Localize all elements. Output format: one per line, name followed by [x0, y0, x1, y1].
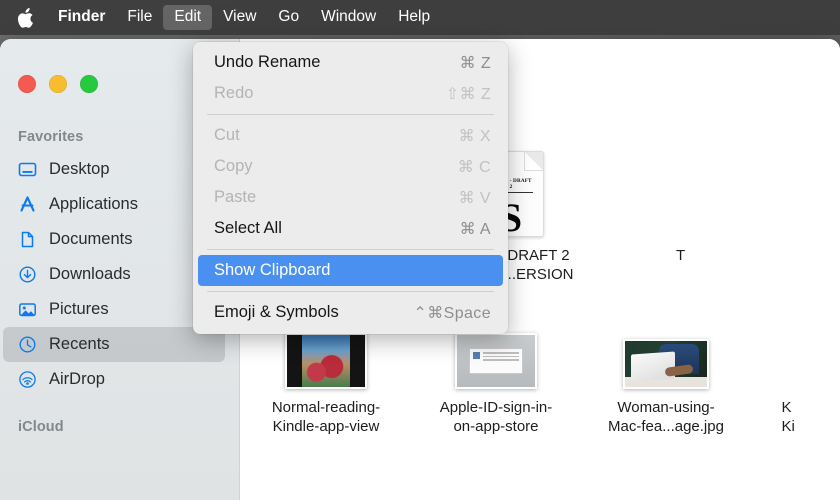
edit-dropdown-menu: Undo Rename ⌘ Z Redo ⇧⌘ Z Cut ⌘ X Copy ⌘… [193, 42, 508, 334]
menu-item-label: Copy [214, 157, 253, 176]
document-icon [18, 230, 37, 249]
menu-item-redo: Redo ⇧⌘ Z [198, 78, 503, 109]
menu-item-shortcut: ⌘ C [458, 157, 491, 177]
maximize-button[interactable] [80, 75, 98, 93]
download-icon [18, 265, 37, 284]
menu-help[interactable]: Help [387, 5, 441, 30]
file-name: Woman-using-Mac-fea...age.jpg [581, 398, 751, 436]
menu-item-paste: Paste ⌘ V [198, 182, 503, 213]
menu-item-shortcut: ⇧⌘ Z [446, 84, 491, 104]
sidebar-item-downloads[interactable]: Downloads [3, 257, 225, 292]
menu-item-undo-rename[interactable]: Undo Rename ⌘ Z [198, 47, 503, 78]
file-name: T [676, 246, 706, 265]
sidebar-section-icloud: iCloud [0, 419, 239, 435]
file-name: Apple-ID-sign-in-on-app-store [411, 398, 581, 436]
menu-view[interactable]: View [212, 5, 267, 30]
menu-item-select-all[interactable]: Select All ⌘ A [198, 213, 503, 244]
menu-separator [207, 291, 494, 292]
menu-window[interactable]: Window [310, 5, 387, 30]
kindle-screenshot-thumbnail [285, 333, 367, 389]
menu-item-shortcut: ⌘ X [459, 126, 491, 146]
sidebar-item-recents[interactable]: Recents [3, 327, 225, 362]
sidebar-item-label: Documents [49, 230, 132, 249]
menu-item-label: Show Clipboard [214, 261, 330, 280]
sidebar-item-label: Pictures [49, 300, 109, 319]
menu-item-shortcut: ⌘ V [459, 188, 491, 208]
applications-icon [18, 195, 37, 214]
menu-item-label: Cut [214, 126, 240, 145]
page-fold-icon [524, 152, 543, 171]
menu-item-label: Redo [214, 84, 253, 103]
airdrop-icon [18, 370, 37, 389]
minimize-button[interactable] [49, 75, 67, 93]
sidebar-item-label: Downloads [49, 265, 131, 284]
desktop-icon [18, 160, 37, 179]
sidebar-item-airdrop[interactable]: AirDrop [3, 362, 225, 397]
file-item[interactable]: T [601, 137, 781, 284]
menu-item-shortcut: ⌘ Z [460, 53, 491, 73]
sidebar-item-desktop[interactable]: Desktop [3, 152, 225, 187]
menu-separator [207, 249, 494, 250]
sidebar-item-label: Desktop [49, 160, 110, 179]
sidebar-item-pictures[interactable]: Pictures [3, 292, 225, 327]
file-name: Normal-reading-Kindle-app-view [241, 398, 411, 436]
sidebar-item-applications[interactable]: Applications [3, 187, 225, 222]
sidebar-item-label: AirDrop [49, 370, 105, 389]
pictures-icon [18, 300, 37, 319]
sidebar-item-label: Applications [49, 195, 138, 214]
close-button[interactable] [18, 75, 36, 93]
menu-item-shortcut: ⌃⌘Space [413, 303, 491, 323]
menu-go[interactable]: Go [267, 5, 310, 30]
menu-item-emoji-symbols[interactable]: Emoji & Symbols ⌃⌘Space [198, 297, 503, 328]
menu-file[interactable]: File [116, 5, 163, 30]
menu-item-show-clipboard[interactable]: Show Clipboard [198, 255, 503, 286]
menu-item-cut: Cut ⌘ X [198, 120, 503, 151]
menu-item-copy: Copy ⌘ C [198, 151, 503, 182]
menu-item-label: Paste [214, 188, 256, 207]
woman-using-mac-thumbnail [623, 339, 709, 389]
clock-icon [18, 335, 37, 354]
menu-item-label: Select All [214, 219, 282, 238]
menu-item-label: Emoji & Symbols [214, 303, 339, 322]
menu-item-shortcut: ⌘ A [460, 219, 491, 239]
sidebar-item-documents[interactable]: Documents [3, 222, 225, 257]
window-controls [18, 75, 98, 93]
file-item[interactable]: Woman-using-Mac-fea...age.jpg [581, 289, 751, 436]
apple-logo-icon[interactable] [12, 8, 38, 28]
menu-item-label: Undo Rename [214, 53, 320, 72]
menu-bar: Finder File Edit View Go Window Help [0, 0, 840, 35]
menu-finder[interactable]: Finder [47, 5, 116, 30]
sidebar-item-label: Recents [49, 335, 110, 354]
menu-edit[interactable]: Edit [163, 5, 212, 30]
file-name: KKi [782, 398, 810, 436]
file-item[interactable]: KKi [751, 289, 840, 436]
appstore-screenshot-thumbnail [455, 333, 537, 389]
file-thumbnail [623, 289, 709, 389]
menu-separator [207, 114, 494, 115]
